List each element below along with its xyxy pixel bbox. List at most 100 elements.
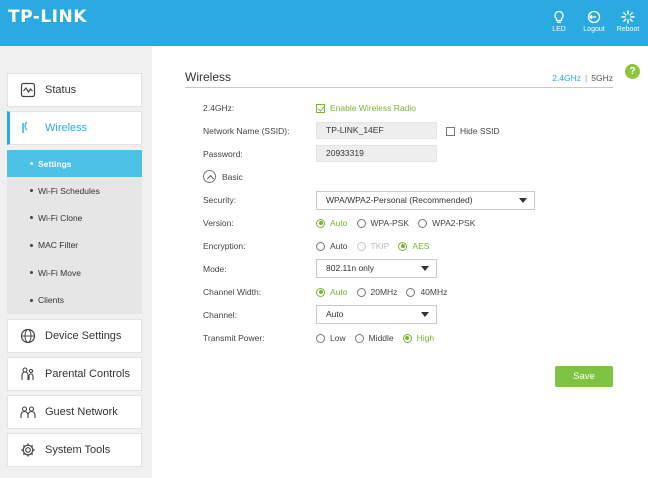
page-title: Wireless xyxy=(185,70,232,84)
version-radio-group: Auto WPA-PSK WPA2-PSK xyxy=(316,218,484,228)
sidebar-item-status[interactable]: Status xyxy=(7,73,142,107)
radio-label: Auto xyxy=(330,218,348,228)
dropdown-arrow-icon xyxy=(421,266,429,271)
globe-icon xyxy=(19,327,37,345)
radio-label: High xyxy=(416,333,435,343)
family-icon xyxy=(19,365,37,383)
sidebar: Status Wireless Settings Wi-Fi Schedules… xyxy=(0,46,152,478)
radio-icon xyxy=(316,241,325,251)
save-button[interactable]: Save xyxy=(555,366,613,387)
sidebar-item-parental-controls[interactable]: Parental Controls xyxy=(7,357,142,391)
radio-label: AES xyxy=(412,241,430,251)
hide-ssid-checkbox[interactable]: Hide SSID xyxy=(446,126,500,136)
channel-value: Auto xyxy=(326,309,344,319)
reboot-button[interactable]: Reboot xyxy=(611,10,645,33)
led-label: LED xyxy=(552,26,566,33)
led-button[interactable]: LED xyxy=(542,10,576,33)
sidebar-item-guest-network[interactable]: Guest Network xyxy=(7,395,142,429)
enable-radio-label: Enable Wireless Radio xyxy=(330,103,416,113)
channel-select[interactable]: Auto xyxy=(316,305,437,324)
ssid-input[interactable]: TP-LINK_14EF xyxy=(316,122,437,139)
subitem-mac-filter[interactable]: MAC Filter xyxy=(7,232,142,259)
radio-disabled-icon xyxy=(356,241,366,251)
radio-label: 20MHz xyxy=(370,287,398,297)
sidebar-item-label: Parental Controls xyxy=(45,368,130,380)
radio-icon xyxy=(356,218,366,228)
status-icon xyxy=(19,81,37,99)
radio-label: Auto xyxy=(330,241,348,251)
transmit-power-high-radio[interactable]: High xyxy=(402,333,435,343)
brand-logo: TP-LINK xyxy=(8,7,87,27)
gear-icon xyxy=(19,441,37,459)
wireless-submenu: Settings Wi-Fi Schedules Wi-Fi Clone MAC… xyxy=(7,150,142,314)
transmit-power-label: Transmit Power: xyxy=(203,333,265,343)
radio-icon xyxy=(316,333,325,343)
mode-label: Mode: xyxy=(203,264,227,274)
subitem-settings[interactable]: Settings xyxy=(7,150,142,177)
main-content: Wireless 2.4GHz | 5GHz ? 2.4GHz: Enable Wi… xyxy=(152,46,648,478)
channel-width-radio-group: Auto 20MHz 40MHz xyxy=(316,287,456,297)
mode-select[interactable]: 802.11n only xyxy=(316,259,437,278)
channel-width-label: Channel Width: xyxy=(203,287,262,297)
channel-width-40mhz-radio[interactable]: 40MHz xyxy=(406,287,447,297)
ssid-label: Network Name (SSID): xyxy=(203,126,290,136)
subitem-wifi-move[interactable]: Wi-Fi Move xyxy=(7,259,142,286)
sidebar-item-label: Wireless xyxy=(45,122,88,134)
security-select[interactable]: WPA/WPA2-Personal (Recommended) xyxy=(316,191,535,210)
subitem-wifi-schedules[interactable]: Wi-Fi Schedules xyxy=(7,177,142,204)
encryption-auto-radio[interactable]: Auto xyxy=(316,241,348,251)
sidebar-item-label: Device Settings xyxy=(45,330,122,342)
radio-label: Middle xyxy=(368,333,394,343)
band-5ghz-link[interactable]: 5GHz xyxy=(591,73,613,83)
guest-icon xyxy=(19,403,37,421)
dropdown-arrow-icon xyxy=(519,198,527,203)
transmit-power-middle-radio[interactable]: Middle xyxy=(354,333,394,343)
transmit-power-low-radio[interactable]: Low xyxy=(316,333,346,343)
basic-toggle[interactable]: Basic xyxy=(203,170,243,183)
version-auto-radio[interactable]: Auto xyxy=(316,218,348,228)
encryption-radio-group: Auto TKIP AES xyxy=(316,241,438,251)
security-label: Security: xyxy=(203,195,237,205)
help-button[interactable]: ? xyxy=(625,64,640,79)
logout-label: Logout xyxy=(583,26,605,33)
security-value: WPA/WPA2-Personal (Recommended) xyxy=(326,195,473,205)
sidebar-item-label: System Tools xyxy=(45,444,111,456)
mode-value: 802.11n only xyxy=(326,263,375,273)
wireless-icon xyxy=(19,119,37,137)
band-selector: 2.4GHz | 5GHz xyxy=(552,73,613,83)
subitem-wifi-clone[interactable]: Wi-Fi Clone xyxy=(7,204,142,231)
reboot-label: Reboot xyxy=(616,26,640,33)
chevron-up-icon xyxy=(203,170,216,183)
checkbox-icon xyxy=(446,126,455,136)
radio-icon xyxy=(418,218,428,228)
reboot-icon xyxy=(621,10,635,24)
sidebar-item-label: Status xyxy=(45,84,77,96)
channel-width-auto-radio[interactable]: Auto xyxy=(316,287,348,297)
dropdown-arrow-icon xyxy=(421,312,429,317)
sidebar-item-system-tools[interactable]: System Tools xyxy=(7,433,142,467)
encryption-label: Encryption: xyxy=(203,241,246,251)
version-label: Version: xyxy=(203,218,234,228)
password-input[interactable]: 20933319 xyxy=(316,145,437,162)
band-24ghz-link[interactable]: 2.4GHz xyxy=(552,73,581,83)
sidebar-item-wireless[interactable]: Wireless xyxy=(7,111,142,145)
radio-label: Low xyxy=(330,333,346,343)
radio-label: WPA2-PSK xyxy=(432,218,476,228)
radio-icon xyxy=(356,287,366,297)
channel-width-20mhz-radio[interactable]: 20MHz xyxy=(356,287,398,297)
radio-label: WPA-PSK xyxy=(370,218,410,228)
subitem-clients[interactable]: Clients xyxy=(7,287,142,314)
logout-button[interactable]: Logout xyxy=(577,10,611,33)
encryption-aes-radio[interactable]: AES xyxy=(398,241,429,251)
logout-icon xyxy=(587,10,601,24)
hide-ssid-label: Hide SSID xyxy=(460,126,500,136)
enable-radio-checkbox[interactable]: Enable Wireless Radio xyxy=(316,103,416,113)
version-wpa-psk-radio[interactable]: WPA-PSK xyxy=(356,218,410,228)
title-divider xyxy=(185,87,613,88)
radio-selected-icon xyxy=(316,218,325,228)
transmit-power-radio-group: Low Middle High xyxy=(316,333,443,343)
version-wpa2-psk-radio[interactable]: WPA2-PSK xyxy=(418,218,475,228)
radio-selected-icon xyxy=(402,333,412,343)
sidebar-item-device-settings[interactable]: Device Settings xyxy=(7,319,142,353)
bulb-icon xyxy=(554,10,564,23)
